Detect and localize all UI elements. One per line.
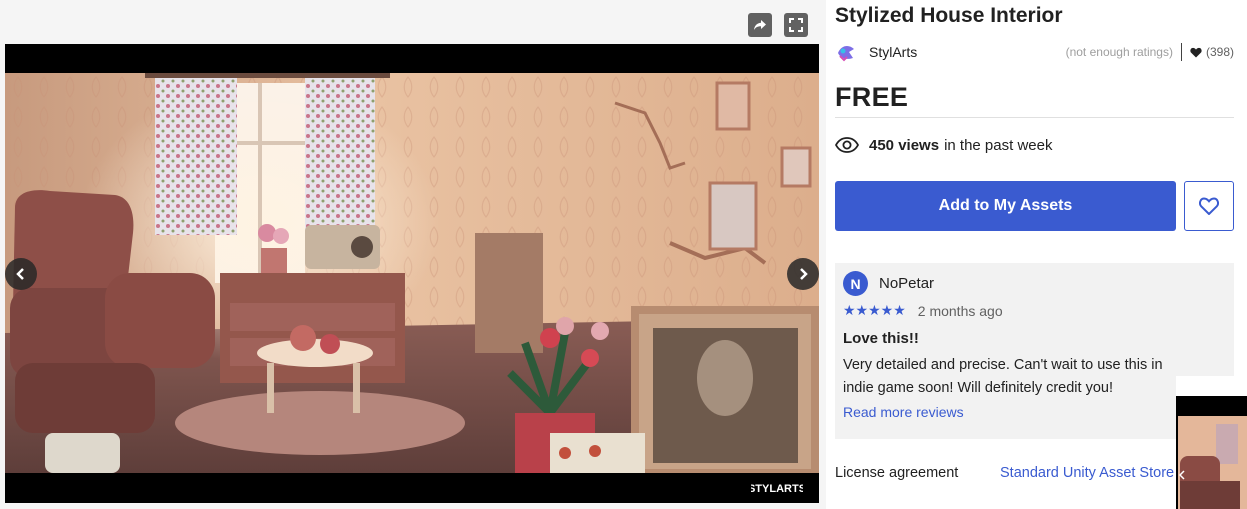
eye-icon [835, 137, 859, 153]
share-button[interactable] [748, 13, 772, 37]
avatar: N [843, 271, 868, 296]
floating-preview-thumbnail[interactable] [1176, 376, 1247, 509]
heart-outline-icon [1199, 197, 1219, 215]
license-label: License agreement [835, 465, 959, 481]
image-viewer[interactable]: STYLARTS [5, 44, 819, 503]
chevron-left-icon [16, 268, 24, 280]
review-title: Love this!! [843, 330, 919, 347]
views-count: 450 views [869, 136, 940, 154]
fullscreen-icon [789, 18, 803, 32]
review-card: N NoPetar ★★★★★ 2 months ago Love this!!… [835, 263, 1234, 439]
review-body: Very detailed and precise. Can't wait to… [843, 357, 1163, 396]
review-date: 2 months ago [917, 302, 1003, 319]
chevron-right-icon [800, 268, 808, 280]
fullscreen-button[interactable] [784, 13, 808, 37]
share-icon [754, 20, 766, 30]
cta-row: Add to My Assets [835, 181, 1234, 231]
review-meta: ★★★★★ 2 months ago [843, 302, 1226, 319]
stylarts-watermark: STYLARTS [751, 483, 803, 495]
ratings-summary: (not enough ratings) (398) [1066, 43, 1234, 61]
publisher-link[interactable]: StylArts [869, 44, 917, 60]
add-to-my-assets-button[interactable]: Add to My Assets [835, 181, 1176, 231]
publisher-row: StylArts (not enough ratings) (398) [835, 38, 1234, 66]
prev-image-button[interactable] [5, 258, 37, 290]
media-gallery: STYLARTS [0, 0, 826, 509]
review-author: NoPetar [879, 275, 935, 292]
asset-details-panel: Stylized House Interior StylArts (not en… [835, 0, 1234, 481]
review-header: N NoPetar [843, 271, 1226, 296]
product-image [5, 73, 819, 473]
read-more-reviews-link[interactable]: Read more reviews [843, 404, 1226, 420]
favorites-count: (398) [1205, 45, 1234, 59]
publisher-logo-icon [838, 45, 854, 62]
views-stat: 450 views in the past week [835, 132, 1234, 158]
license-row: License agreement Standard Unity Asset S… [835, 465, 1234, 481]
asset-price: FREE [835, 80, 1234, 118]
views-suffix: in the past week [944, 136, 1053, 154]
asset-title: Stylized House Interior [835, 4, 1063, 27]
divider [1180, 43, 1182, 61]
preview-image [1176, 376, 1247, 509]
ratings-text: (not enough ratings) [1065, 45, 1173, 59]
svg-text:STYLARTS: STYLARTS [751, 483, 803, 495]
media-toolbar [748, 13, 808, 37]
wishlist-button[interactable] [1184, 181, 1234, 231]
next-image-button[interactable] [787, 258, 819, 290]
star-rating: ★★★★★ [843, 302, 906, 318]
heart-filled-icon [1190, 47, 1202, 57]
